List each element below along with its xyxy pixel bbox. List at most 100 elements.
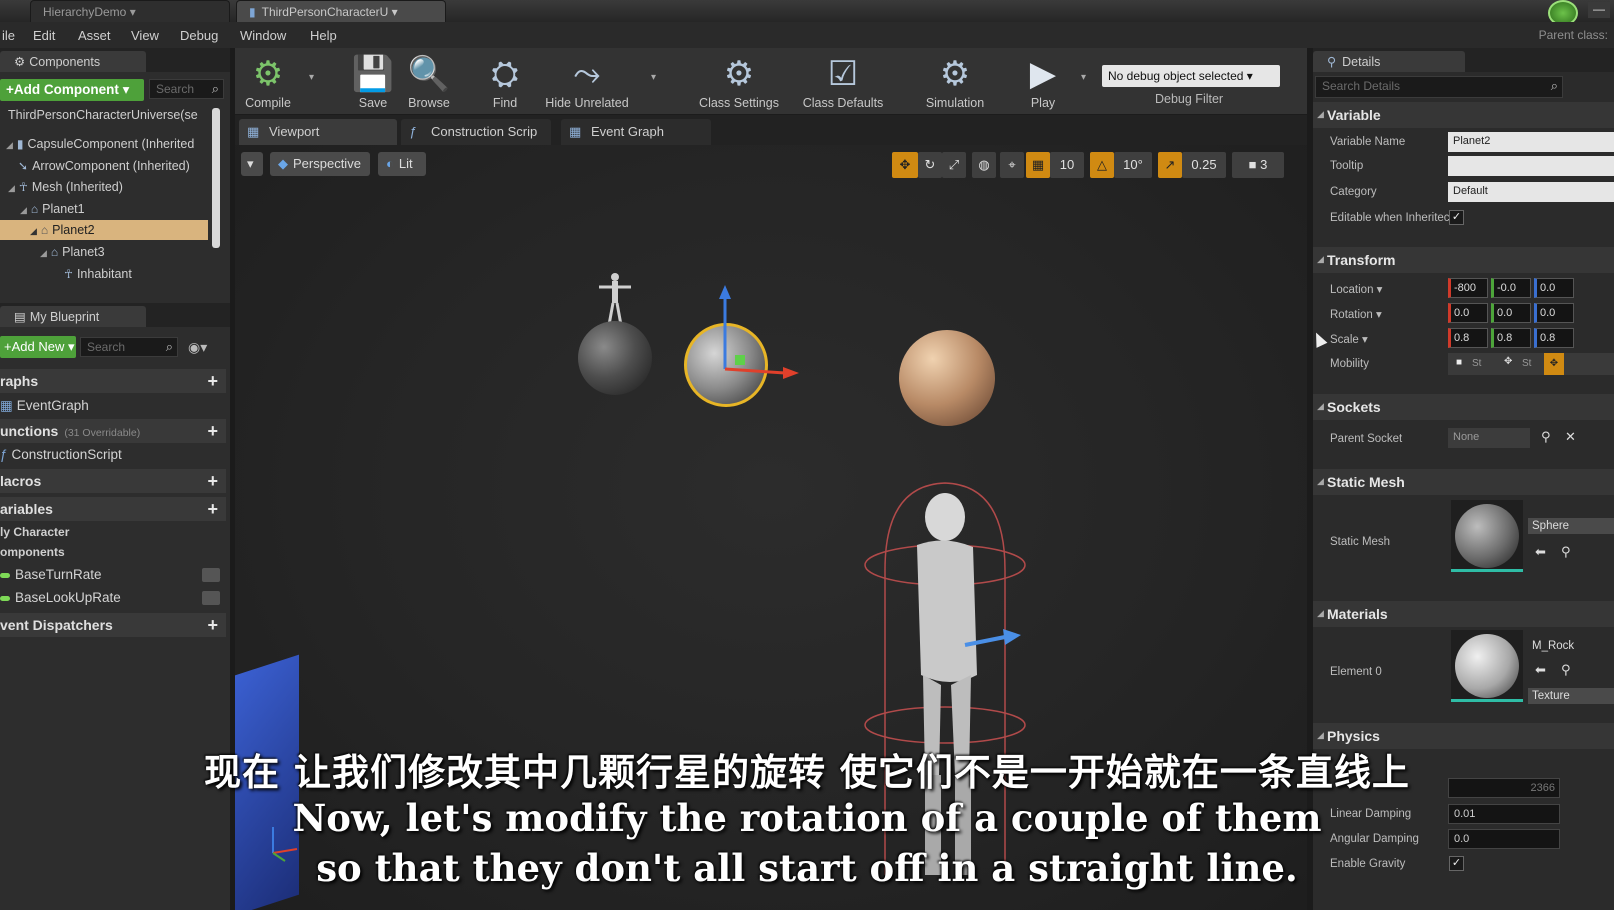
add-dispatcher-plus-icon[interactable]: + bbox=[207, 615, 218, 636]
menu-file[interactable]: ile bbox=[2, 28, 15, 43]
static-mesh-asset-name[interactable]: Sphere bbox=[1528, 518, 1614, 534]
browse-asset-icon[interactable]: ⚲ bbox=[1561, 544, 1571, 560]
variable-base-turn-rate[interactable]: BaseTurnRate bbox=[0, 567, 102, 582]
rotation-z-field[interactable]: 0.0 bbox=[1534, 303, 1574, 323]
simulation-button[interactable]: ⚙ Simulation bbox=[919, 52, 991, 110]
tree-item-mesh[interactable]: ◢ ☥ Mesh (Inherited) bbox=[8, 177, 208, 197]
scale-label[interactable]: Scale ▾ bbox=[1330, 332, 1368, 346]
tab-construction-script[interactable]: ƒ Construction Scrip bbox=[401, 119, 551, 145]
socket-clear-icon[interactable]: ✕ bbox=[1565, 429, 1576, 445]
planet3-sphere[interactable] bbox=[899, 330, 995, 426]
compile-dropdown-chevron-icon[interactable]: ▾ bbox=[309, 72, 314, 83]
scale-z-field[interactable]: 0.8 bbox=[1534, 328, 1574, 348]
browse-asset-icon[interactable]: ⚲ bbox=[1561, 662, 1571, 678]
translate-mode-icon[interactable]: ✥ bbox=[892, 152, 918, 178]
section-transform[interactable]: ◢ Transform bbox=[1313, 247, 1614, 273]
section-functions[interactable]: unctions (31 Overridable) + bbox=[0, 419, 226, 443]
rotation-x-field[interactable]: 0.0 bbox=[1448, 303, 1488, 323]
menu-debug[interactable]: Debug bbox=[180, 28, 218, 43]
use-selected-arrow-icon[interactable]: ⬅ bbox=[1535, 662, 1546, 678]
add-graph-plus-icon[interactable]: + bbox=[207, 371, 218, 392]
tab-hierarchydemo[interactable]: HierarchyDemo ▾ bbox=[30, 0, 230, 22]
tab-viewport[interactable]: ▦ Viewport bbox=[239, 119, 397, 145]
tree-item-capsule[interactable]: ◢ ▮ CapsuleComponent (Inherited bbox=[6, 134, 208, 154]
location-x-field[interactable]: -800 bbox=[1448, 278, 1488, 298]
compile-button[interactable]: ⚙ Compile bbox=[241, 52, 295, 110]
tooltip-field[interactable] bbox=[1448, 156, 1614, 176]
parent-socket-field[interactable]: None bbox=[1448, 428, 1530, 448]
add-component-button[interactable]: +Add Component ▾ bbox=[0, 79, 144, 101]
section-macros[interactable]: lacros + bbox=[0, 469, 226, 493]
movable-option[interactable]: St bbox=[1522, 358, 1531, 369]
world-local-icon[interactable]: ◍ bbox=[972, 152, 996, 178]
components-scrollbar[interactable] bbox=[212, 108, 220, 248]
components-search-input[interactable]: Search ⌕ bbox=[149, 79, 224, 99]
location-z-field[interactable]: 0.0 bbox=[1534, 278, 1574, 298]
visibility-eye-icon[interactable]: ◉▾ bbox=[188, 339, 207, 356]
item-construction-script[interactable]: ƒ ConstructionScript bbox=[0, 447, 122, 462]
variable-base-look-up-rate[interactable]: BaseLookUpRate bbox=[0, 590, 121, 605]
class-defaults-button[interactable]: ☑ Class Defaults bbox=[799, 52, 887, 110]
rotation-label[interactable]: Rotation ▾ bbox=[1330, 307, 1382, 321]
item-event-graph[interactable]: ▦ EventGraph bbox=[0, 398, 89, 414]
tab-my-blueprint[interactable]: ▤ My Blueprint bbox=[0, 306, 146, 327]
scale-y-field[interactable]: 0.8 bbox=[1491, 328, 1531, 348]
tab-event-graph[interactable]: ▦ Event Graph bbox=[561, 119, 711, 145]
category-my-character[interactable]: ly Character bbox=[0, 525, 69, 539]
menu-asset[interactable]: Asset bbox=[78, 28, 111, 43]
translate-gizmo[interactable] bbox=[705, 283, 805, 383]
hide-unrelated-dropdown-chevron-icon[interactable]: ▾ bbox=[651, 72, 656, 83]
movable-arrows-icon[interactable]: ✥ bbox=[1504, 356, 1512, 367]
add-new-button[interactable]: +Add New ▾ bbox=[0, 336, 76, 358]
hide-unrelated-button[interactable]: ⤳ Hide Unrelated bbox=[541, 52, 633, 110]
material-textures-button[interactable]: Texture bbox=[1528, 688, 1614, 704]
rotation-snap-value[interactable]: 10° bbox=[1114, 152, 1152, 178]
editable-when-inherited-checkbox[interactable]: ✓ bbox=[1449, 210, 1464, 225]
section-materials[interactable]: ◢ Materials bbox=[1313, 601, 1614, 627]
play-dropdown-chevron-icon[interactable]: ▾ bbox=[1081, 72, 1086, 83]
variable-visibility-toggle[interactable] bbox=[202, 568, 220, 582]
tab-details[interactable]: ⚲ Details bbox=[1313, 51, 1465, 72]
browse-button[interactable]: 🔍 Browse bbox=[403, 52, 455, 110]
variable-name-field[interactable]: Planet2 bbox=[1448, 132, 1614, 152]
lit-button[interactable]: ◐ Lit bbox=[378, 152, 426, 176]
tab-components[interactable]: ⚙ Components bbox=[0, 51, 146, 72]
socket-search-icon[interactable]: ⚲ bbox=[1541, 429, 1551, 445]
class-settings-button[interactable]: ⚙ Class Settings bbox=[695, 52, 783, 110]
play-button[interactable]: ▶ Play bbox=[1021, 52, 1065, 110]
grid-snap-icon[interactable]: ▦ bbox=[1026, 152, 1050, 178]
section-sockets[interactable]: ◢ Sockets bbox=[1313, 394, 1614, 420]
section-variable[interactable]: ◢ Variable bbox=[1313, 102, 1614, 128]
menu-window[interactable]: Window bbox=[240, 28, 286, 43]
scale-mode-icon[interactable]: ⤢ bbox=[942, 152, 966, 178]
static-mobility-icon[interactable]: ■ bbox=[1456, 357, 1462, 368]
surface-snap-icon[interactable]: ⌖ bbox=[1000, 152, 1024, 178]
component-tree-root[interactable]: ThirdPersonCharacterUniverse(se bbox=[8, 108, 218, 122]
material-thumbnail[interactable] bbox=[1451, 630, 1523, 702]
rotate-mode-icon[interactable]: ↻ bbox=[918, 152, 942, 178]
variable-visibility-toggle[interactable] bbox=[202, 591, 220, 605]
location-y-field[interactable]: -0.0 bbox=[1491, 278, 1531, 298]
planet1-sphere[interactable] bbox=[578, 321, 652, 395]
perspective-button[interactable]: ◆ Perspective bbox=[270, 152, 370, 176]
tab-thirdpersoncharacter[interactable]: ▮ ThirdPersonCharacterU ▾ bbox=[236, 0, 446, 22]
find-button[interactable]: ⛭ Find bbox=[483, 52, 527, 110]
location-label[interactable]: Location ▾ bbox=[1330, 282, 1382, 296]
scale-snap-icon[interactable]: ↗ bbox=[1158, 152, 1182, 178]
category-select[interactable]: Default bbox=[1448, 182, 1614, 202]
menu-view[interactable]: View bbox=[131, 28, 159, 43]
add-function-plus-icon[interactable]: + bbox=[207, 421, 218, 442]
movable-selected-icon[interactable]: ✥ bbox=[1544, 353, 1564, 375]
debug-object-select[interactable]: No debug object selected ▾ bbox=[1102, 65, 1280, 87]
tree-item-planet2[interactable]: ◢ ⌂ Planet2 bbox=[0, 220, 208, 240]
use-selected-arrow-icon[interactable]: ⬅ bbox=[1535, 544, 1546, 560]
add-variable-plus-icon[interactable]: + bbox=[207, 499, 218, 520]
add-macro-plus-icon[interactable]: + bbox=[207, 471, 218, 492]
static-mesh-thumbnail[interactable] bbox=[1451, 500, 1523, 572]
section-variables[interactable]: ariables + bbox=[0, 497, 226, 521]
category-components[interactable]: omponents bbox=[0, 545, 65, 559]
section-static-mesh[interactable]: ◢ Static Mesh bbox=[1313, 469, 1614, 495]
camera-speed-button[interactable]: ■ 3 bbox=[1232, 152, 1284, 178]
scale-x-field[interactable]: 0.8 bbox=[1448, 328, 1488, 348]
stationary-option[interactable]: St bbox=[1472, 358, 1481, 369]
